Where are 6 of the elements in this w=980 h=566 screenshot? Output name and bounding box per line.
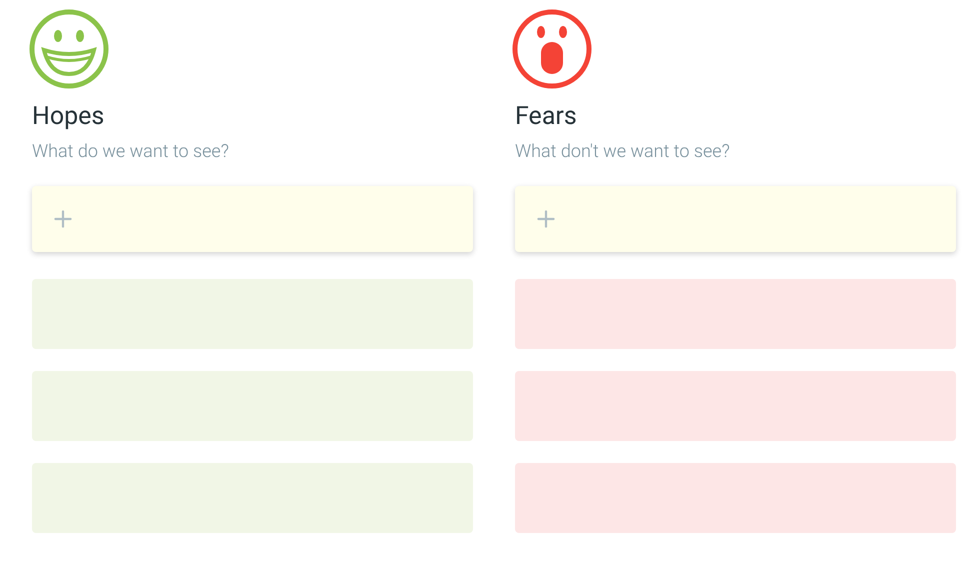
column-subtitle: What do we want to see? — [32, 140, 230, 164]
add-card-button[interactable] — [515, 186, 956, 252]
column-subtitle: What don't we want to see? — [515, 140, 731, 164]
add-card-button[interactable] — [32, 186, 473, 252]
column-title: Fears — [515, 102, 578, 132]
column-title: Hopes — [32, 102, 106, 132]
